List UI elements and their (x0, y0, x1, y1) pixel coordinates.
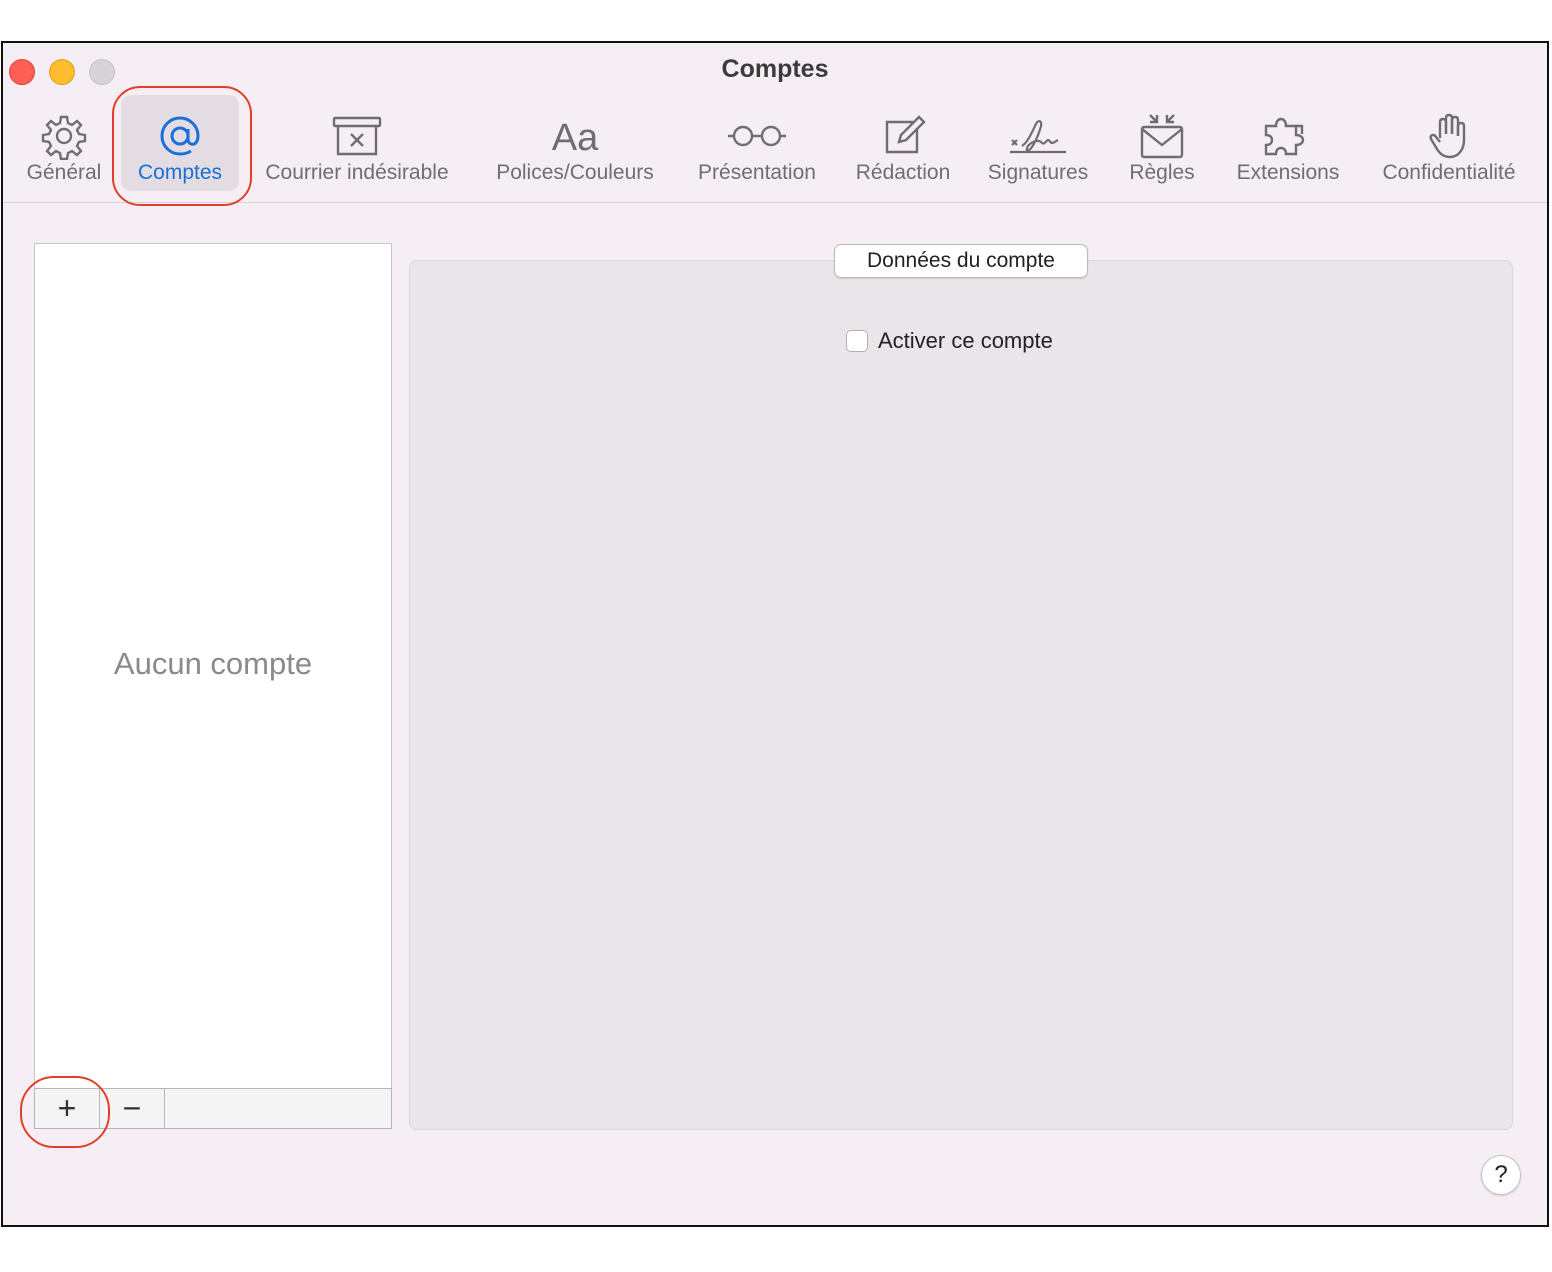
tab-privacy[interactable]: Confidentialité (1371, 95, 1527, 191)
tab-account-info[interactable]: Données du compte (834, 244, 1088, 278)
tab-general[interactable]: Général (21, 95, 107, 191)
tab-viewing[interactable]: Présentation (689, 95, 825, 191)
enable-account-checkbox[interactable] (846, 330, 868, 352)
enable-account-row[interactable]: Activer ce compte (846, 328, 1053, 354)
puzzle-icon (1258, 111, 1318, 161)
junk-box-icon (331, 111, 383, 161)
tab-rules[interactable]: Règles (1117, 95, 1207, 191)
empty-list-message: Aucun compte (113, 646, 313, 681)
fonts-aa-icon: Aa (549, 111, 601, 161)
account-list[interactable]: Aucun compte (34, 243, 392, 1129)
tab-rules-label: Règles (1129, 161, 1195, 184)
account-details-panel (409, 260, 1513, 1130)
window-title: Comptes (721, 55, 829, 83)
tab-extensions[interactable]: Extensions (1229, 95, 1347, 191)
tab-junk-mail-label: Courrier indésirable (265, 161, 449, 184)
gear-icon (40, 111, 88, 161)
rules-envelope-icon (1136, 111, 1188, 161)
tab-privacy-label: Confidentialité (1382, 161, 1516, 184)
tab-composing-label: Rédaction (855, 161, 951, 184)
tab-viewing-label: Présentation (698, 161, 816, 184)
tab-general-label: Général (26, 161, 102, 184)
enable-account-label[interactable]: Activer ce compte (878, 328, 1053, 354)
tab-fonts-colors[interactable]: Aa Polices/Couleurs (487, 95, 663, 191)
list-button-bar: + − (34, 1088, 392, 1129)
tab-junk-mail[interactable]: Courrier indésirable (253, 95, 461, 191)
toolbar-divider (3, 202, 1547, 203)
tab-extensions-label: Extensions (1236, 161, 1340, 184)
add-account-button[interactable]: + (35, 1089, 100, 1128)
glasses-icon (725, 111, 789, 161)
hand-icon (1427, 111, 1471, 161)
tab-composing[interactable]: Rédaction (847, 95, 959, 191)
list-bar-spacer (165, 1089, 391, 1128)
svg-text:Aa: Aa (552, 117, 599, 158)
tab-accounts[interactable]: Comptes (121, 95, 239, 191)
signature-icon (1006, 111, 1070, 161)
tab-accounts-label: Comptes (137, 161, 223, 184)
preferences-window: Comptes Général Comptes Courrier indésir… (1, 41, 1549, 1227)
tab-signatures[interactable]: Signatures (981, 95, 1095, 191)
at-sign-icon (156, 111, 204, 161)
remove-account-button[interactable]: − (100, 1089, 165, 1128)
tab-signatures-label: Signatures (987, 161, 1089, 184)
help-button[interactable]: ? (1481, 1155, 1521, 1195)
tab-fonts-colors-label: Polices/Couleurs (496, 161, 654, 184)
compose-icon (879, 111, 927, 161)
